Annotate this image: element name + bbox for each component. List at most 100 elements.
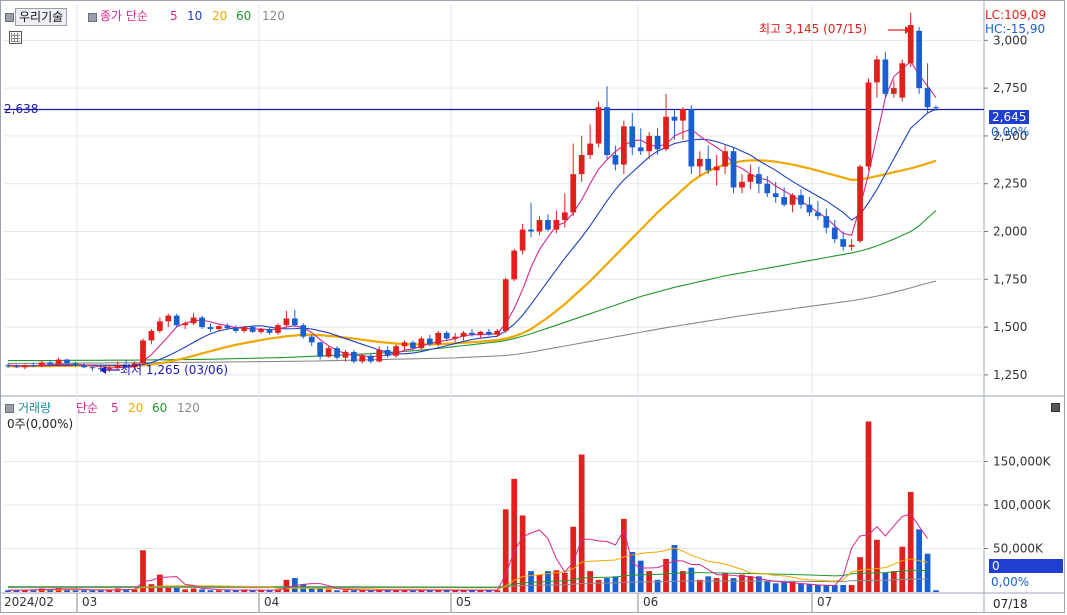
- vol-ma-20-label: 20: [128, 401, 144, 415]
- candle-body: [5, 365, 11, 367]
- volume-bar: [772, 583, 779, 592]
- candle-body: [680, 109, 686, 121]
- candle-body: [570, 174, 577, 213]
- candle-body: [283, 318, 290, 326]
- candle-body: [308, 336, 315, 343]
- candle-body: [232, 328, 239, 331]
- candle-body: [781, 197, 788, 205]
- volume-bar: [857, 557, 863, 592]
- current-price-box: 2,645: [989, 110, 1030, 124]
- vol-ma-5-label: 5: [111, 401, 119, 415]
- volume-bar: [713, 578, 720, 592]
- vol-ma-120-label: 120: [177, 401, 200, 415]
- candle-body: [511, 250, 518, 280]
- vol-ma-60-label: 60: [152, 401, 168, 415]
- panel-toggle-icon[interactable]: [5, 13, 14, 22]
- price-y-tick-label: 1,750: [993, 272, 1027, 286]
- candle-body: [519, 229, 526, 251]
- volume-bar: [587, 571, 593, 592]
- candle-body: [190, 317, 197, 324]
- volume-panel-menu-icon[interactable]: [1051, 403, 1060, 412]
- volume-ma-5-line: [7, 513, 928, 591]
- volume-bar: [890, 571, 897, 592]
- candle-body: [410, 342, 416, 349]
- candle-body: [578, 155, 585, 175]
- volume-bar: [688, 567, 695, 592]
- volume-bar: [604, 578, 610, 592]
- candle-body: [351, 351, 357, 362]
- hc-value: HC:-15,90: [985, 22, 1046, 36]
- candle-body: [933, 107, 939, 109]
- candle-body: [106, 368, 113, 370]
- candle-body: [469, 332, 475, 335]
- volume-bar: [89, 590, 96, 592]
- candle-body: [443, 332, 450, 339]
- volume-bar: [519, 515, 526, 592]
- candle-body: [722, 151, 728, 167]
- candle-body: [199, 317, 205, 328]
- candle-body: [747, 174, 754, 182]
- volume-bar: [798, 583, 804, 592]
- volume-bar: [924, 553, 931, 592]
- candle-body: [435, 332, 442, 345]
- price-y-tick-label: 2,250: [993, 177, 1027, 191]
- candle-body: [705, 158, 712, 171]
- candle-body: [317, 342, 324, 357]
- price-ma-120-line: [8, 280, 937, 364]
- candle-body: [13, 366, 20, 368]
- candle-body: [140, 340, 146, 364]
- indicator-toggle-icon[interactable]: [88, 13, 97, 22]
- ma-10-label: 10: [187, 9, 203, 23]
- volume-y-tick-label: 100,000K: [993, 498, 1052, 512]
- volume-bar: [907, 491, 914, 592]
- volume-bar: [764, 581, 771, 592]
- volume-bar: [696, 579, 703, 592]
- candle-body: [772, 193, 779, 198]
- volume-bar: [199, 589, 205, 592]
- candle-body: [924, 88, 931, 108]
- candle-body: [55, 359, 62, 365]
- candle-body: [815, 212, 821, 217]
- volume-bar: [637, 560, 644, 592]
- volume-bar: [182, 589, 189, 592]
- candle-body: [848, 244, 855, 247]
- volume-bar: [747, 576, 754, 592]
- volume-bar: [823, 585, 830, 592]
- x-axis-end-label: 07/18: [993, 597, 1028, 611]
- candle-body: [545, 220, 551, 230]
- candle-body: [249, 327, 256, 332]
- candle-body: [671, 116, 678, 121]
- grid-icon[interactable]: [9, 31, 22, 44]
- volume-bar: [848, 585, 855, 592]
- candle-body: [477, 331, 484, 335]
- volume-bar: [865, 421, 872, 592]
- low-annotation: 최저 1,265 (03/06): [120, 363, 229, 377]
- candle-body: [376, 350, 383, 362]
- candle-body: [207, 327, 214, 329]
- volume-bar: [224, 590, 231, 592]
- volume-bar: [351, 590, 357, 592]
- candle-body: [730, 151, 737, 188]
- candle-body: [536, 220, 543, 232]
- candle-body: [823, 216, 830, 228]
- volume-bar: [933, 590, 939, 592]
- candle-body: [334, 348, 340, 358]
- volume-y-tick-label: 50,000K: [993, 542, 1044, 556]
- chart-canvas[interactable]: 3,0002,7502,5002,2502,0001,7501,5001,250…: [0, 0, 1067, 615]
- candle-body: [165, 315, 172, 322]
- candle-body: [654, 135, 661, 150]
- candle-body: [418, 338, 425, 349]
- candle-body: [182, 323, 189, 326]
- volume-panel-toggle-icon[interactable]: [5, 404, 14, 413]
- candle-body: [81, 365, 87, 368]
- stock-name-button[interactable]: 우리기술: [15, 8, 68, 26]
- volume-ma-60-line: [8, 569, 928, 588]
- candle-body: [64, 359, 70, 364]
- price-ma-5-line: [7, 60, 937, 369]
- candle-body: [148, 330, 155, 341]
- price-ma-60-line: [8, 210, 937, 362]
- candle-body: [300, 325, 307, 337]
- candle-body: [899, 63, 906, 98]
- candle-body: [637, 147, 644, 152]
- high-annotation: 최고 3,145 (07/15): [759, 22, 868, 36]
